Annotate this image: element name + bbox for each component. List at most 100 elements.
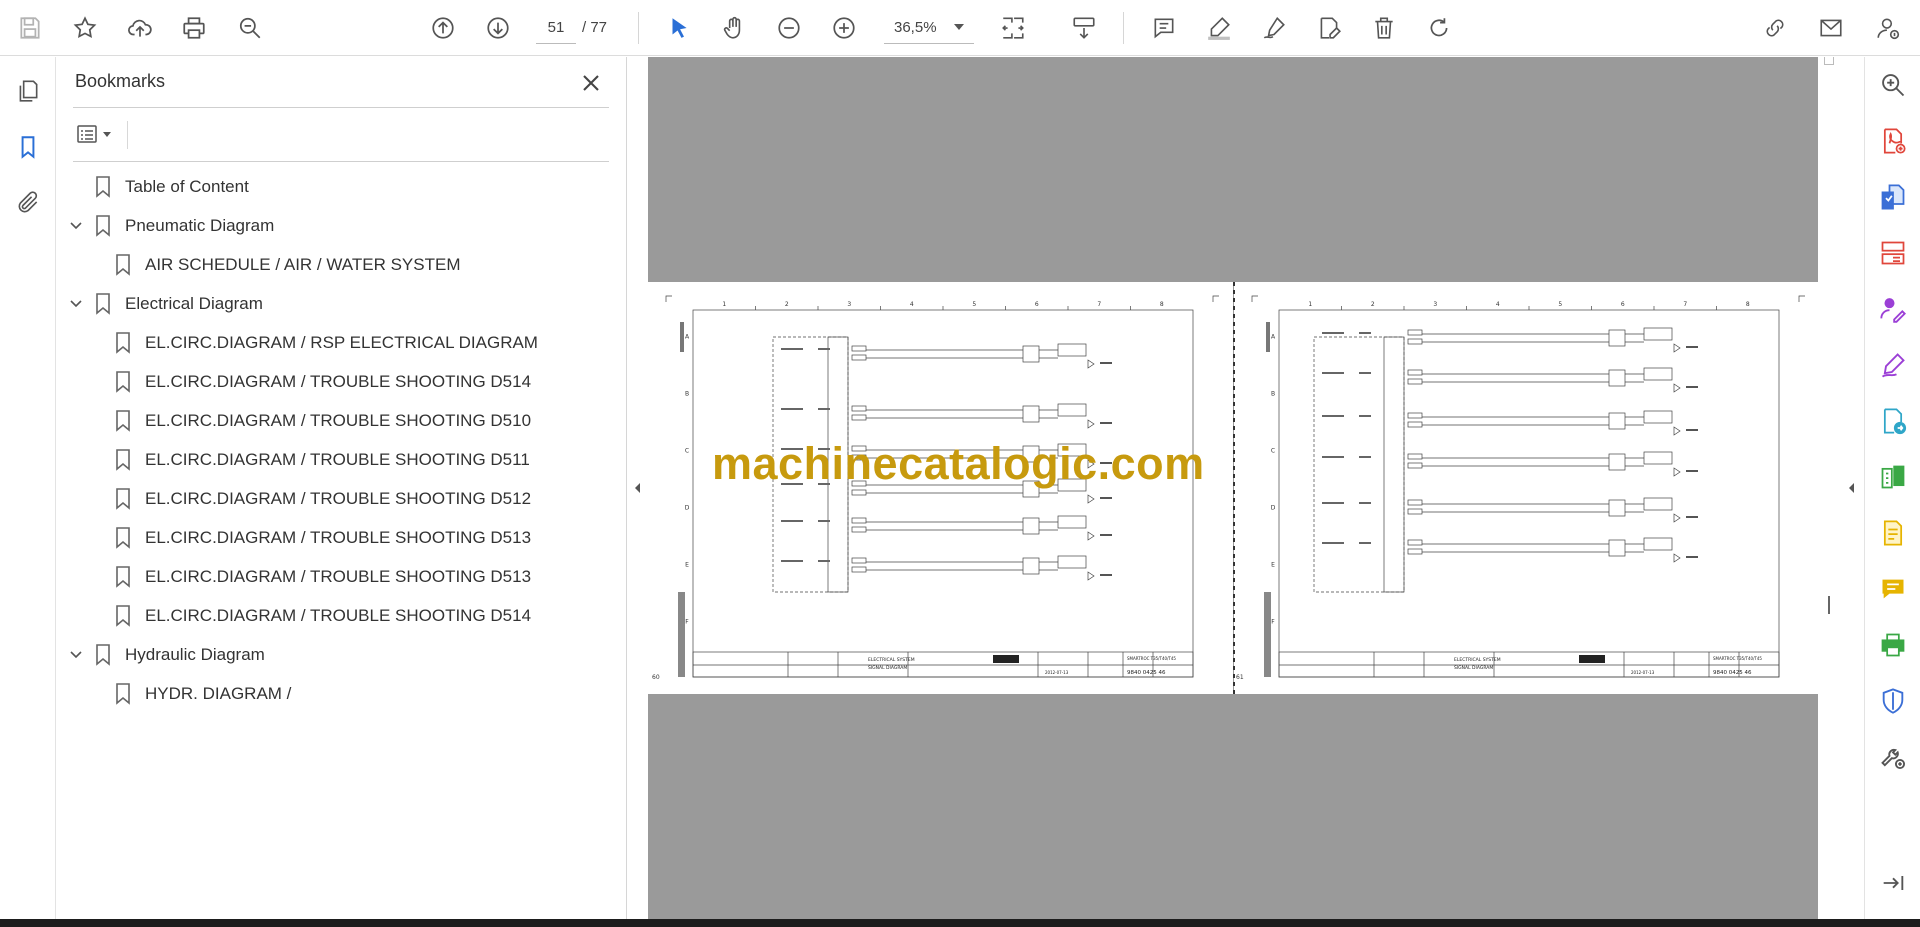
component-label [1686, 516, 1698, 518]
scroll-grip[interactable] [1828, 596, 1830, 614]
bookmark-item[interactable]: EL.CIRC.DIAGRAM / TROUBLE SHOOTING D514 [87, 601, 531, 631]
bookmark-item[interactable]: EL.CIRC.DIAGRAM / TROUBLE SHOOTING D511 [87, 445, 530, 475]
panel-divider[interactable] [626, 57, 627, 919]
row-label: E [1271, 562, 1275, 569]
bookmark-icon [95, 293, 111, 315]
pdf-page-right[interactable]: 1 2 3 4 5 6 7 8 A B C D E F ELECTRICAL SYSTEM SIGNAL DI… [1234, 282, 1818, 694]
terminal [851, 345, 867, 352]
scrollbar-thumb[interactable] [1824, 57, 1834, 65]
comment-icon[interactable] [1146, 10, 1182, 46]
bookmark-group[interactable]: Pneumatic Diagram [67, 211, 274, 241]
thumbnails-icon[interactable] [10, 73, 46, 109]
bookmark-item[interactable]: AIR SCHEDULE / AIR / WATER SYSTEM [87, 250, 461, 280]
component-label [1686, 556, 1698, 558]
print-production-icon[interactable] [1875, 627, 1911, 663]
sign-icon[interactable] [1256, 10, 1292, 46]
crop-mark [1251, 295, 1258, 302]
delete-icon[interactable] [1366, 10, 1402, 46]
zoom-search-icon[interactable] [1875, 67, 1911, 103]
rotate-icon[interactable] [1421, 10, 1457, 46]
chevron-down-icon[interactable] [67, 217, 85, 235]
request-signature-icon[interactable] [1875, 291, 1911, 327]
collapse-tools-icon[interactable] [1845, 480, 1857, 496]
bookmark-item[interactable]: EL.CIRC.DIAGRAM / RSP ELECTRICAL DIAGRAM [87, 328, 538, 358]
more-tools-icon[interactable] [1875, 739, 1911, 775]
title-block-system: ELECTRICAL SYSTEM [868, 657, 915, 663]
fill-sign-icon[interactable] [1875, 347, 1911, 383]
edit-icon[interactable] [1311, 10, 1347, 46]
bookmark-item[interactable]: EL.CIRC.DIAGRAM / TROUBLE SHOOTING D513 [87, 562, 531, 592]
bookmark-icon [95, 215, 111, 237]
upload-icon[interactable] [122, 10, 158, 46]
title-block-code: 9840 0425 46 [1713, 670, 1752, 676]
bookmark-item[interactable]: HYDR. DIAGRAM / [87, 679, 291, 709]
attachments-icon[interactable] [10, 185, 46, 221]
send-file-icon[interactable] [1875, 403, 1911, 439]
account-icon[interactable] [1870, 10, 1906, 46]
expand-panel-icon[interactable] [1875, 865, 1911, 901]
compare-files-icon[interactable] [1875, 459, 1911, 495]
bookmark-star-icon[interactable] [67, 10, 103, 46]
scroll-mode-icon[interactable] [1066, 10, 1102, 46]
valve-symbol [1673, 553, 1681, 563]
column-label: 4 [1496, 301, 1500, 308]
bookmark-label: EL.CIRC.DIAGRAM / TROUBLE SHOOTING D510 [145, 411, 532, 430]
bookmark-item[interactable]: EL.CIRC.DIAGRAM / TROUBLE SHOOTING D512 [87, 484, 531, 514]
bookmark-item[interactable]: EL.CIRC.DIAGRAM / TROUBLE SHOOTING D513 [87, 523, 531, 553]
create-pdf-icon[interactable] [1875, 179, 1911, 215]
tools-rail [1864, 57, 1920, 919]
bookmark-group[interactable]: Table of Content [67, 172, 249, 202]
channel-label [1359, 542, 1371, 544]
bookmarks-icon[interactable] [10, 129, 46, 165]
page-down-icon[interactable] [480, 10, 516, 46]
row-label: F [1271, 619, 1275, 626]
fit-page-icon[interactable] [995, 10, 1031, 46]
email-icon[interactable] [1813, 10, 1849, 46]
export-pdf-icon[interactable] [1875, 123, 1911, 159]
page-total-label: / 77 [582, 19, 608, 36]
plug [1608, 329, 1626, 347]
bookmark-item[interactable]: EL.CIRC.DIAGRAM / TROUBLE SHOOTING D510 [87, 406, 531, 436]
column-label: 6 [1035, 301, 1039, 308]
close-icon[interactable] [577, 69, 605, 97]
hand-icon[interactable] [716, 10, 752, 46]
drawing-frame [1278, 309, 1780, 678]
bookmark-item[interactable]: EL.CIRC.DIAGRAM / TROUBLE SHOOTING D514 [87, 367, 531, 397]
bookmark-options-button[interactable] [75, 119, 123, 149]
chevron-down-icon[interactable] [67, 646, 85, 664]
bookmark-group[interactable]: Hydraulic Diagram [67, 640, 265, 670]
zoom-out-icon[interactable] [771, 10, 807, 46]
collapse-panel-icon[interactable] [631, 480, 643, 496]
row-label: A [1271, 334, 1276, 341]
select-cursor-icon[interactable] [661, 10, 697, 46]
row-label: C [685, 448, 689, 455]
zoom-in-icon[interactable] [826, 10, 862, 46]
title-block-diagram: SIGNAL DIAGRAM [868, 665, 907, 671]
organize-pages-icon[interactable] [1875, 235, 1911, 271]
divider [127, 121, 128, 149]
taskbar-strip [0, 919, 1920, 927]
highlight-icon[interactable] [1201, 10, 1237, 46]
page-up-icon[interactable] [425, 10, 461, 46]
vertical-scrollbar[interactable] [1818, 57, 1838, 919]
terminal [1407, 338, 1423, 345]
column-label: 2 [785, 301, 789, 308]
page-separator [1233, 282, 1235, 694]
column-label: 1 [1308, 301, 1312, 308]
comment-tool-icon[interactable] [1875, 571, 1911, 607]
column-label: 3 [1433, 301, 1437, 308]
page-number-input[interactable]: 51 [536, 12, 576, 44]
find-zoom-icon[interactable] [232, 10, 268, 46]
channel-label [1322, 542, 1344, 544]
protect-icon[interactable] [1875, 683, 1911, 719]
zoom-dropdown-caret[interactable] [954, 24, 964, 30]
chevron-down-icon[interactable] [67, 295, 85, 313]
valve-coil [1057, 555, 1087, 569]
save-icon[interactable] [12, 10, 48, 46]
share-link-icon[interactable] [1757, 10, 1793, 46]
bookmark-group[interactable]: Electrical Diagram [67, 289, 263, 319]
scan-ocr-icon[interactable] [1875, 515, 1911, 551]
terminal [1407, 421, 1423, 428]
print-icon[interactable] [176, 10, 212, 46]
